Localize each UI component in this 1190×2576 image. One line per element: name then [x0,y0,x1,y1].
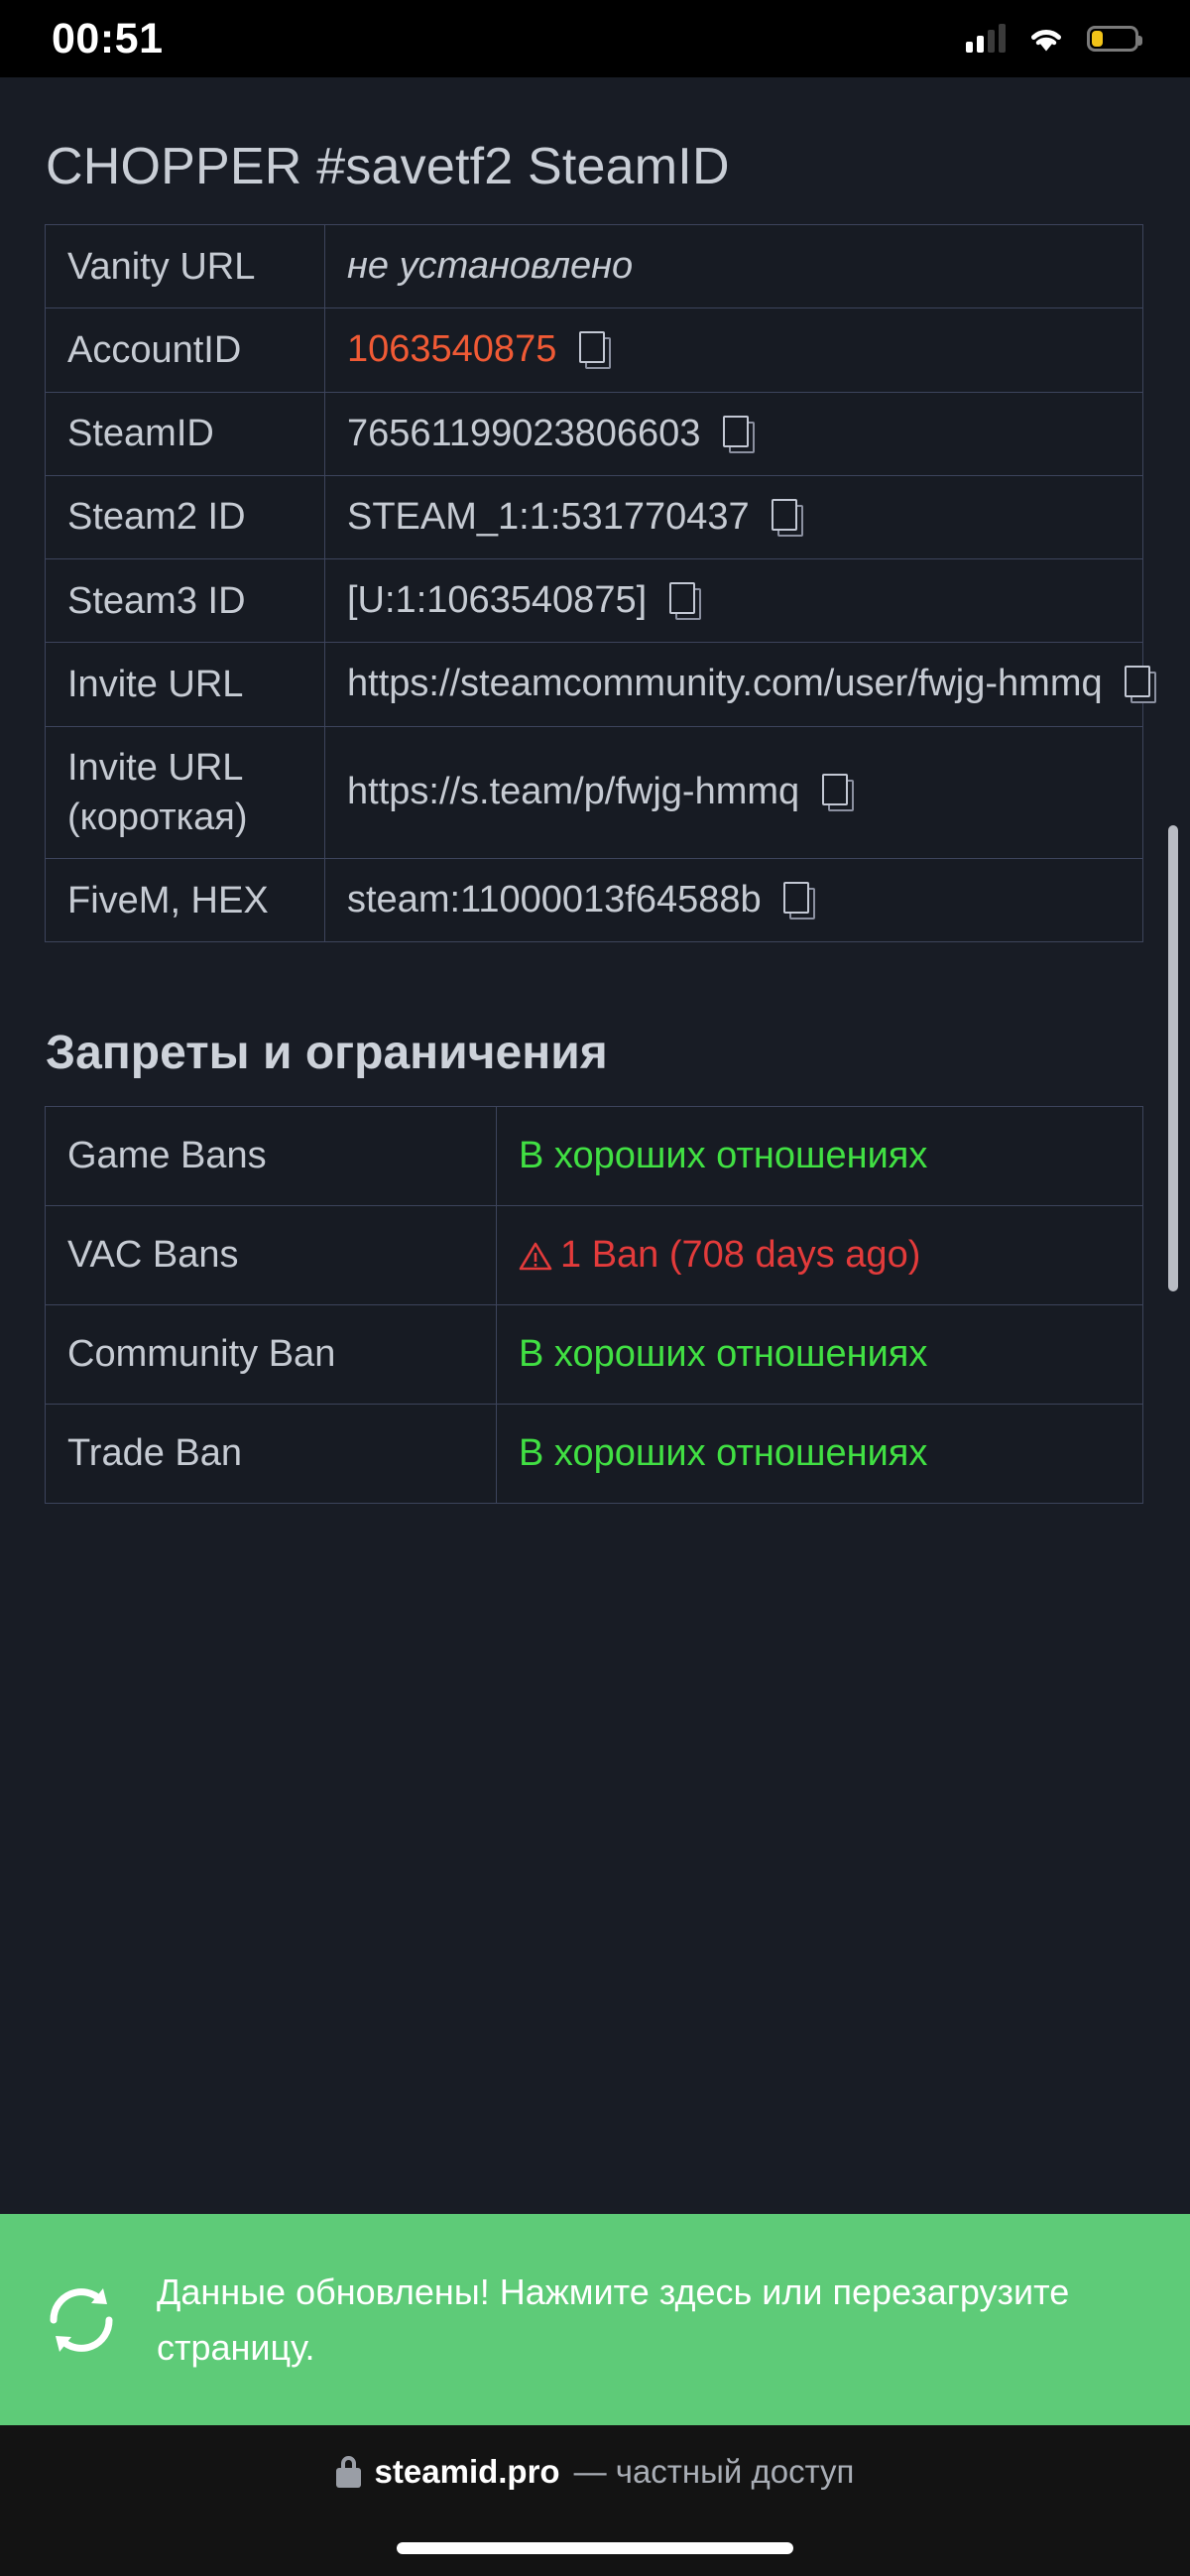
row-value: не установлено [324,223,1143,309]
page-scrollbar[interactable] [1168,825,1178,1291]
row-label: Steam2 ID [45,474,325,560]
warning-triangle-icon [519,1243,552,1271]
status-bar-indicators [966,24,1142,53]
row-value: [U:1:1063540875] [324,558,1143,644]
bans-table: Game Bans В хороших отношениях VAC Bans … [45,1106,1143,1505]
table-row: AccountID 1063540875 [45,307,1143,393]
table-row: Invite URL https://steamcommunity.com/us… [45,642,1157,727]
row-label: SteamID [45,391,325,476]
row-label: FiveM, HEX [45,858,325,943]
row-label: Invite URL [45,642,325,727]
table-row: Invite URL (короткая) https://s.team/p/f… [45,725,1143,860]
copy-icon[interactable] [821,774,854,812]
bans-section-title: Запреты и ограничения [46,1027,608,1080]
site-identity[interactable]: steamid.pro — частный доступ [335,2453,855,2491]
toast-message: Данные обновлены! Нажмите здесь или пере… [157,2270,1070,2368]
page-title: CHOPPER #savetf2 SteamID [46,138,730,195]
row-value: В хороших отношениях [496,1404,1143,1505]
home-indicator[interactable] [397,2542,793,2554]
steamid-table: Vanity URL не установлено AccountID 1063… [45,223,1157,943]
table-row: Steam2 ID STEAM_1:1:531770437 [45,474,1143,560]
row-label: Community Ban [45,1304,497,1406]
copy-icon[interactable] [783,882,816,920]
row-label: Invite URL (короткая) [45,725,325,860]
page-content: CHOPPER #savetf2 SteamID Vanity URL не у… [0,77,1190,2576]
row-label: Trade Ban [45,1404,497,1505]
row-value: В хороших отношениях [496,1106,1143,1207]
row-value: 1063540875 [324,307,1143,393]
steamid-value: 76561199023806603 [347,412,701,454]
row-label: Steam3 ID [45,558,325,644]
battery-low-power-icon [1087,26,1142,52]
fivem-hex-value: steam:11000013f64588b [347,879,762,921]
invite-url-short-value: https://s.team/p/fwjg-hmmq [347,771,800,813]
row-value: STEAM_1:1:531770437 [324,474,1143,560]
row-value: https://s.team/p/fwjg-hmmq [324,725,1143,860]
copy-icon[interactable] [578,331,611,370]
community-ban-status: В хороших отношениях [519,1333,928,1376]
table-row: FiveM, HEX steam:11000013f64588b [45,858,1143,943]
table-row: VAC Bans 1 Ban (708 days ago) [45,1205,1143,1306]
table-row: Community Ban В хороших отношениях [45,1304,1143,1406]
table-row: Steam3 ID [U:1:1063540875] [45,558,1143,644]
vanity-url-value: не установлено [347,245,634,287]
row-value: В хороших отношениях [496,1304,1143,1406]
site-access-note: — частный доступ [573,2453,855,2490]
table-row: SteamID 76561199023806603 [45,391,1143,476]
trade-ban-status: В хороших отношениях [519,1432,928,1475]
status-bar: 00:51 [0,0,1190,77]
table-row: Vanity URL не установлено [45,223,1143,309]
row-label: VAC Bans [45,1205,497,1306]
browser-bottom-bar: steamid.pro — частный доступ [0,2425,1190,2576]
row-value: steam:11000013f64588b [324,858,1143,943]
data-updated-toast[interactable]: Данные обновлены! Нажмите здесь или пере… [0,2214,1190,2425]
copy-icon[interactable] [1125,666,1157,704]
site-domain: steamid.pro [374,2453,560,2490]
table-row: Game Bans В хороших отношениях [45,1106,1143,1207]
refresh-icon [50,2287,113,2352]
row-label: Game Bans [45,1106,497,1207]
cellular-signal-icon [966,24,1006,53]
row-label: AccountID [45,307,325,393]
copy-icon[interactable] [723,415,756,453]
row-label: Vanity URL [45,223,325,309]
copy-icon[interactable] [772,498,804,537]
status-bar-clock: 00:51 [52,14,164,62]
vac-bans-status: 1 Ban (708 days ago) [560,1234,921,1277]
row-value: 76561199023806603 [324,391,1143,476]
steam2id-value: STEAM_1:1:531770437 [347,495,750,538]
steam3id-value: [U:1:1063540875] [347,579,648,622]
accountid-value: 1063540875 [347,328,557,371]
lock-icon [335,2456,361,2488]
copy-icon[interactable] [668,582,701,621]
wifi-icon [1031,29,1061,52]
table-row: Trade Ban В хороших отношениях [45,1404,1143,1505]
row-value: https://steamcommunity.com/user/fwjg-hmm… [324,642,1157,727]
invite-url-value: https://steamcommunity.com/user/fwjg-hmm… [347,663,1103,705]
game-bans-status: В хороших отношениях [519,1135,928,1177]
row-value: 1 Ban (708 days ago) [496,1205,1143,1306]
